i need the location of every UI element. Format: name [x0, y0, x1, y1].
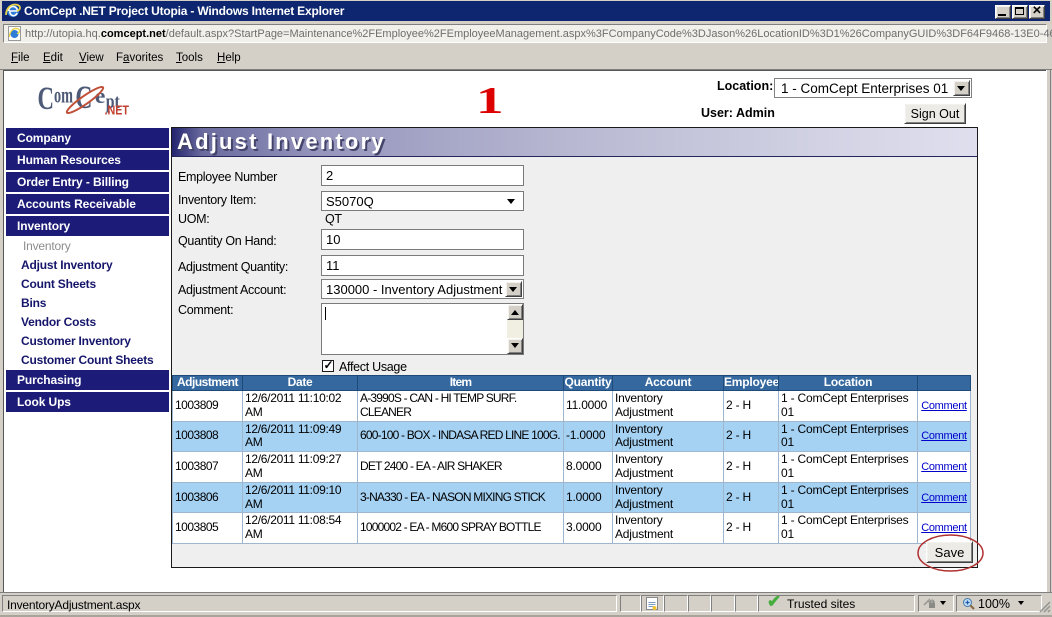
svg-text:om: om	[54, 83, 73, 108]
svg-text:C: C	[75, 80, 92, 116]
svg-text:C: C	[38, 81, 55, 117]
svg-text:.NET: .NET	[105, 104, 130, 118]
